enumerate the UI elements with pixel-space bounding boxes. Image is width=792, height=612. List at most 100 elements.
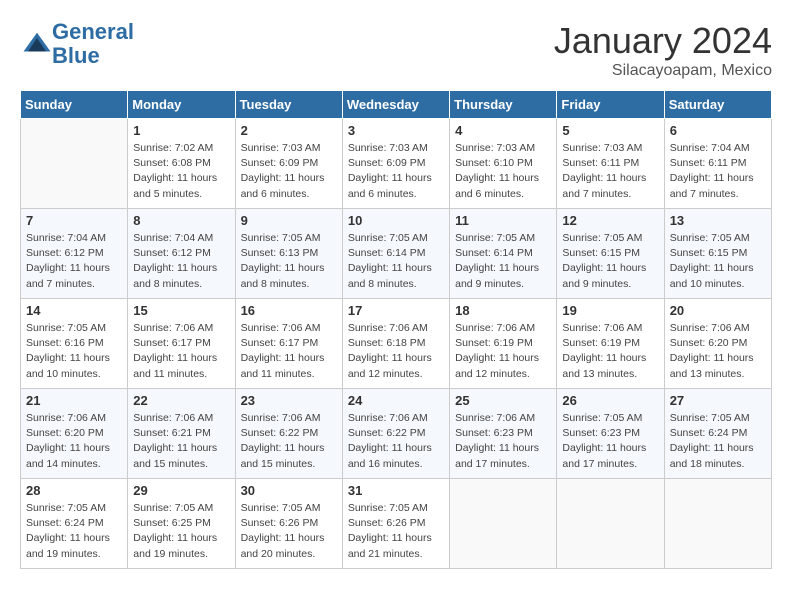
calendar-cell: 21 Sunrise: 7:06 AM Sunset: 6:20 PM Dayli… [21,389,128,479]
day-detail: Sunrise: 7:05 AM Sunset: 6:16 PM Dayligh… [26,321,122,382]
calendar-cell [21,119,128,209]
calendar-cell: 31 Sunrise: 7:05 AM Sunset: 6:26 PM Dayli… [342,479,449,569]
col-header-wednesday: Wednesday [342,91,449,119]
day-detail: Sunrise: 7:05 AM Sunset: 6:14 PM Dayligh… [348,231,444,292]
day-number: 21 [26,393,122,408]
day-detail: Sunrise: 7:05 AM Sunset: 6:24 PM Dayligh… [670,411,766,472]
day-number: 20 [670,303,766,318]
day-detail: Sunrise: 7:05 AM Sunset: 6:24 PM Dayligh… [26,501,122,562]
calendar-cell: 18Sunrise: 7:06 AM Sunset: 6:19 PM Dayli… [450,299,557,389]
day-number: 29 [133,483,229,498]
day-number: 4 [455,123,551,138]
calendar-cell: 29 Sunrise: 7:05 AM Sunset: 6:25 PM Dayli… [128,479,235,569]
calendar-cell: 6Sunrise: 7:04 AM Sunset: 6:11 PM Daylig… [664,119,771,209]
calendar-cell: 11Sunrise: 7:05 AM Sunset: 6:14 PM Dayli… [450,209,557,299]
logo-text: General Blue [52,20,134,68]
day-detail: Sunrise: 7:06 AM Sunset: 6:21 PM Dayligh… [133,411,229,472]
calendar-header-row: SundayMondayTuesdayWednesdayThursdayFrid… [21,91,772,119]
calendar-cell: 22 Sunrise: 7:06 AM Sunset: 6:21 PM Dayli… [128,389,235,479]
calendar-cell: 16Sunrise: 7:06 AM Sunset: 6:17 PM Dayli… [235,299,342,389]
day-detail: Sunrise: 7:06 AM Sunset: 6:22 PM Dayligh… [241,411,337,472]
day-number: 2 [241,123,337,138]
day-number: 7 [26,213,122,228]
day-detail: Sunrise: 7:04 AM Sunset: 6:12 PM Dayligh… [133,231,229,292]
day-detail: Sunrise: 7:06 AM Sunset: 6:18 PM Dayligh… [348,321,444,382]
day-number: 22 [133,393,229,408]
col-header-monday: Monday [128,91,235,119]
calendar-week-1: 1 Sunrise: 7:02 AM Sunset: 6:08 PM Daylig… [21,119,772,209]
calendar-cell: 13Sunrise: 7:05 AM Sunset: 6:15 PM Dayli… [664,209,771,299]
day-detail: Sunrise: 7:05 AM Sunset: 6:15 PM Dayligh… [562,231,658,292]
day-number: 24 [348,393,444,408]
col-header-friday: Friday [557,91,664,119]
calendar-week-2: 7 Sunrise: 7:04 AM Sunset: 6:12 PM Daylig… [21,209,772,299]
day-number: 3 [348,123,444,138]
day-detail: Sunrise: 7:02 AM Sunset: 6:08 PM Dayligh… [133,141,229,202]
calendar-cell: 23 Sunrise: 7:06 AM Sunset: 6:22 PM Dayli… [235,389,342,479]
calendar-cell: 4Sunrise: 7:03 AM Sunset: 6:10 PM Daylig… [450,119,557,209]
calendar-cell: 20 Sunrise: 7:06 AM Sunset: 6:20 PM Dayli… [664,299,771,389]
day-number: 26 [562,393,658,408]
calendar-cell: 2 Sunrise: 7:03 AM Sunset: 6:09 PM Daylig… [235,119,342,209]
location-title: Silacayoapam, Mexico [554,62,772,80]
day-detail: Sunrise: 7:06 AM Sunset: 6:17 PM Dayligh… [133,321,229,382]
day-detail: Sunrise: 7:05 AM Sunset: 6:26 PM Dayligh… [348,501,444,562]
calendar-cell [450,479,557,569]
day-detail: Sunrise: 7:05 AM Sunset: 6:13 PM Dayligh… [241,231,337,292]
calendar-cell [664,479,771,569]
day-number: 25 [455,393,551,408]
calendar-week-3: 14Sunrise: 7:05 AM Sunset: 6:16 PM Dayli… [21,299,772,389]
day-number: 23 [241,393,337,408]
day-number: 5 [562,123,658,138]
day-detail: Sunrise: 7:05 AM Sunset: 6:26 PM Dayligh… [241,501,337,562]
day-number: 15 [133,303,229,318]
day-number: 17 [348,303,444,318]
calendar-cell: 28 Sunrise: 7:05 AM Sunset: 6:24 PM Dayli… [21,479,128,569]
day-detail: Sunrise: 7:03 AM Sunset: 6:09 PM Dayligh… [241,141,337,202]
day-detail: Sunrise: 7:04 AM Sunset: 6:12 PM Dayligh… [26,231,122,292]
day-detail: Sunrise: 7:06 AM Sunset: 6:19 PM Dayligh… [562,321,658,382]
day-detail: Sunrise: 7:06 AM Sunset: 6:20 PM Dayligh… [670,321,766,382]
calendar-cell: 19 Sunrise: 7:06 AM Sunset: 6:19 PM Dayli… [557,299,664,389]
col-header-sunday: Sunday [21,91,128,119]
day-detail: Sunrise: 7:05 AM Sunset: 6:25 PM Dayligh… [133,501,229,562]
calendar-cell: 1 Sunrise: 7:02 AM Sunset: 6:08 PM Daylig… [128,119,235,209]
day-number: 27 [670,393,766,408]
calendar-cell: 9 Sunrise: 7:05 AM Sunset: 6:13 PM Daylig… [235,209,342,299]
calendar-cell: 17 Sunrise: 7:06 AM Sunset: 6:18 PM Dayli… [342,299,449,389]
day-detail: Sunrise: 7:05 AM Sunset: 6:14 PM Dayligh… [455,231,551,292]
page-header: General Blue January 2024 Silacayoapam, … [20,20,772,80]
calendar-cell: 7 Sunrise: 7:04 AM Sunset: 6:12 PM Daylig… [21,209,128,299]
calendar-cell [557,479,664,569]
day-number: 28 [26,483,122,498]
logo-icon [22,29,52,59]
day-number: 12 [562,213,658,228]
day-number: 8 [133,213,229,228]
day-number: 9 [241,213,337,228]
calendar-cell: 30 Sunrise: 7:05 AM Sunset: 6:26 PM Dayli… [235,479,342,569]
title-block: January 2024 Silacayoapam, Mexico [554,20,772,80]
day-number: 10 [348,213,444,228]
day-detail: Sunrise: 7:05 AM Sunset: 6:15 PM Dayligh… [670,231,766,292]
calendar-cell: 10 Sunrise: 7:05 AM Sunset: 6:14 PM Dayli… [342,209,449,299]
col-header-tuesday: Tuesday [235,91,342,119]
day-detail: Sunrise: 7:06 AM Sunset: 6:23 PM Dayligh… [455,411,551,472]
calendar-cell: 25 Sunrise: 7:06 AM Sunset: 6:23 PM Dayli… [450,389,557,479]
calendar-week-5: 28 Sunrise: 7:05 AM Sunset: 6:24 PM Dayli… [21,479,772,569]
calendar-table: SundayMondayTuesdayWednesdayThursdayFrid… [20,90,772,569]
calendar-cell: 8 Sunrise: 7:04 AM Sunset: 6:12 PM Daylig… [128,209,235,299]
calendar-cell: 24Sunrise: 7:06 AM Sunset: 6:22 PM Dayli… [342,389,449,479]
calendar-cell: 15 Sunrise: 7:06 AM Sunset: 6:17 PM Dayli… [128,299,235,389]
col-header-saturday: Saturday [664,91,771,119]
day-number: 31 [348,483,444,498]
day-number: 6 [670,123,766,138]
day-detail: Sunrise: 7:06 AM Sunset: 6:20 PM Dayligh… [26,411,122,472]
day-number: 19 [562,303,658,318]
month-title: January 2024 [554,20,772,62]
day-number: 1 [133,123,229,138]
calendar-cell: 14Sunrise: 7:05 AM Sunset: 6:16 PM Dayli… [21,299,128,389]
day-number: 30 [241,483,337,498]
col-header-thursday: Thursday [450,91,557,119]
day-number: 18 [455,303,551,318]
calendar-cell: 26Sunrise: 7:05 AM Sunset: 6:23 PM Dayli… [557,389,664,479]
